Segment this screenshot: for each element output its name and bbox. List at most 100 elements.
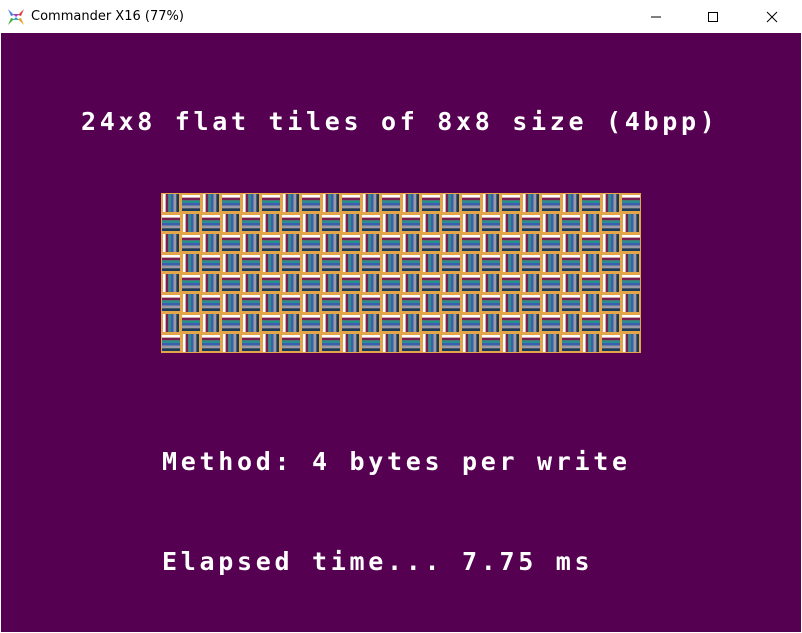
- tile: [361, 253, 381, 273]
- tile: [561, 313, 581, 333]
- tile: [581, 193, 601, 213]
- title-bar[interactable]: Commander X16 (77%): [0, 0, 802, 33]
- tile: [581, 293, 601, 313]
- tile: [261, 333, 281, 353]
- tile: [161, 313, 181, 333]
- tile: [601, 193, 621, 213]
- tile: [361, 333, 381, 353]
- tile: [361, 293, 381, 313]
- tile: [541, 233, 561, 253]
- minimize-icon: [651, 16, 661, 17]
- tile: [341, 313, 361, 333]
- tile: [561, 193, 581, 213]
- tile: [601, 313, 621, 333]
- tile: [521, 233, 541, 253]
- tile: [581, 253, 601, 273]
- tile: [541, 193, 561, 213]
- tile: [421, 253, 441, 273]
- tile: [181, 193, 201, 213]
- tile: [481, 333, 501, 353]
- tile: [541, 313, 561, 333]
- tile: [561, 293, 581, 313]
- tile: [261, 313, 281, 333]
- tile: [181, 233, 201, 253]
- emulator-screen[interactable]: 24x8 flat tiles of 8x8 size (4bpp) Metho…: [1, 33, 801, 632]
- tile: [561, 213, 581, 233]
- tile: [381, 253, 401, 273]
- tile: [401, 213, 421, 233]
- tile: [181, 253, 201, 273]
- tile: [261, 193, 281, 213]
- tile: [301, 233, 321, 253]
- tile: [621, 333, 641, 353]
- tile: [321, 213, 341, 233]
- tile: [281, 313, 301, 333]
- tile: [201, 333, 221, 353]
- tile: [241, 213, 261, 233]
- tile: [281, 193, 301, 213]
- tile: [441, 333, 461, 353]
- tile: [341, 293, 361, 313]
- tile: [381, 293, 401, 313]
- tile: [461, 313, 481, 333]
- tile: [201, 253, 221, 273]
- tile: [301, 213, 321, 233]
- tile: [461, 253, 481, 273]
- tile: [241, 273, 261, 293]
- close-button[interactable]: [742, 0, 802, 33]
- tile: [521, 313, 541, 333]
- tile: [481, 313, 501, 333]
- tile: [441, 213, 461, 233]
- tile: [341, 193, 361, 213]
- tile: [361, 273, 381, 293]
- tile: [361, 213, 381, 233]
- maximize-button[interactable]: [684, 0, 742, 33]
- tile: [381, 213, 401, 233]
- tile: [161, 233, 181, 253]
- tile: [241, 193, 261, 213]
- tile: [261, 253, 281, 273]
- tile: [601, 213, 621, 233]
- tile: [441, 193, 461, 213]
- tile: [241, 293, 261, 313]
- tile: [181, 333, 201, 353]
- tile: [481, 253, 501, 273]
- tile: [341, 273, 361, 293]
- minimize-button[interactable]: [627, 0, 685, 33]
- tile: [581, 313, 601, 333]
- tile: [421, 273, 441, 293]
- tile: [541, 213, 561, 233]
- x16-logo-icon: [8, 9, 24, 25]
- tile: [341, 233, 361, 253]
- tile: [461, 233, 481, 253]
- tile: [181, 293, 201, 313]
- tile: [321, 313, 341, 333]
- tile: [221, 273, 241, 293]
- tile: [361, 193, 381, 213]
- tile: [441, 273, 461, 293]
- tile: [401, 193, 421, 213]
- tile: [461, 273, 481, 293]
- maximize-icon: [708, 11, 718, 22]
- tile: [541, 293, 561, 313]
- tile: [501, 193, 521, 213]
- tile: [381, 333, 401, 353]
- tile: [341, 253, 361, 273]
- tile: [481, 193, 501, 213]
- tile: [621, 293, 641, 313]
- tile: [361, 233, 381, 253]
- tile: [261, 273, 281, 293]
- tile: [481, 293, 501, 313]
- tile: [401, 313, 421, 333]
- tile: [601, 273, 621, 293]
- tile: [541, 273, 561, 293]
- tile: [281, 333, 301, 353]
- tile: [301, 193, 321, 213]
- tile: [581, 233, 601, 253]
- tile: [601, 253, 621, 273]
- tile: [281, 253, 301, 273]
- tile: [481, 273, 501, 293]
- tile: [221, 293, 241, 313]
- tile: [221, 313, 241, 333]
- tile: [621, 213, 641, 233]
